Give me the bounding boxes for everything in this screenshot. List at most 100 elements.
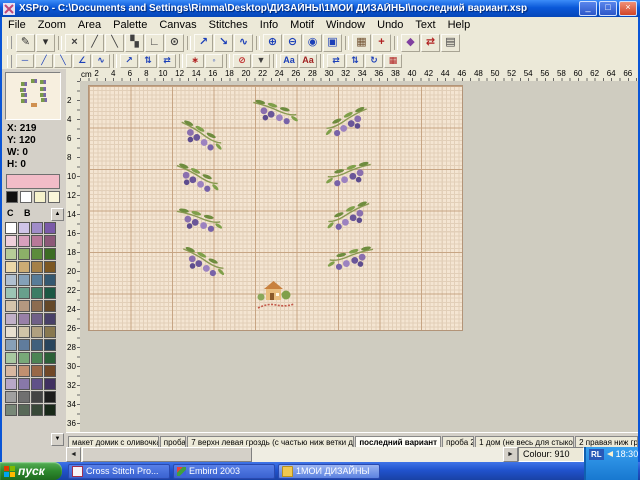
nudge-horizontal-icon[interactable]: ⇄ [158,54,176,68]
palette-swatch-18[interactable] [31,274,43,286]
palette-swatch-9[interactable] [18,248,30,260]
palette-swatch-55[interactable] [44,391,56,403]
palette-swatch-13[interactable] [18,261,30,273]
no-stitch-icon[interactable]: ⊘ [233,54,251,68]
menu-zoom[interactable]: Zoom [32,19,72,31]
flip-vertical-icon[interactable]: ⇅ [346,54,364,68]
palette-swatch-36[interactable] [5,339,17,351]
palette-swatch-40[interactable] [5,352,17,364]
center-view-icon[interactable]: + [372,34,391,52]
motif-library-icon[interactable]: ◆ [401,34,420,52]
palette-swatch-15[interactable] [44,261,56,273]
palette-swatch-43[interactable] [44,352,56,364]
options-icon[interactable]: ▤ [441,34,460,52]
palette-swatch-56[interactable] [5,404,17,416]
full-stitch-icon[interactable]: × [65,34,84,52]
palette-swatch-10[interactable] [31,248,43,260]
palette-swatch-23[interactable] [44,287,56,299]
palette-swatch-5[interactable] [18,235,30,247]
palette-swatch-14[interactable] [31,261,43,273]
pencil-dropdown-icon[interactable]: ▾ [36,34,55,52]
flip-horizontal-icon[interactable]: ⇄ [327,54,345,68]
back-half-stitch-icon[interactable]: ╲ [105,34,124,52]
palette-swatch-54[interactable] [31,391,43,403]
knot-red-icon[interactable]: ∗ [186,54,204,68]
start-button[interactable]: пуск [0,462,62,480]
palette-swatch-24[interactable] [5,300,17,312]
taskbar-task-1[interactable]: Embird 2003 [173,464,275,479]
pencil-tool-icon[interactable]: ✎ [16,34,35,52]
palette-swatch-33[interactable] [18,326,30,338]
menu-window[interactable]: Window [320,19,371,31]
palette-swatch-35[interactable] [44,326,56,338]
palette-swatch-58[interactable] [31,404,43,416]
selected-colour-swatch[interactable] [6,174,60,189]
menu-help[interactable]: Help [442,19,477,31]
text-cyrillic-icon[interactable]: Аа [299,54,317,68]
menu-canvas[interactable]: Canvas [153,19,202,31]
scrollbar-track[interactable] [81,447,503,462]
palette-swatch-2[interactable] [31,222,43,234]
palette-swatch-49[interactable] [18,378,30,390]
alt-colour-swatch-2[interactable] [48,191,60,203]
zoom-out-icon[interactable]: ⊖ [283,34,302,52]
palette-swatch-53[interactable] [18,391,30,403]
menu-area[interactable]: Area [72,19,107,31]
half-stitch-icon[interactable]: ╱ [85,34,104,52]
palette-swatch-59[interactable] [44,404,56,416]
menu-file[interactable]: File [2,19,32,31]
taskbar-task-2[interactable]: 1МОИ ДИЗАЙНЫ [278,464,380,479]
toolbar-grip[interactable] [7,36,12,49]
palette-swatch-1[interactable] [18,222,30,234]
palette-swatch-7[interactable] [44,235,56,247]
palette-swatch-25[interactable] [18,300,30,312]
bead-icon[interactable]: ◦ [205,54,223,68]
palette-swatch-42[interactable] [31,352,43,364]
menu-palette[interactable]: Palette [107,19,153,31]
palette-scroll-down-button[interactable]: ▼ [51,433,64,446]
zoom-in-icon[interactable]: ⊕ [263,34,282,52]
palette-swatch-57[interactable] [18,404,30,416]
freehand-curve-icon[interactable]: ∿ [92,54,110,68]
minimize-button[interactable]: _ [579,1,597,16]
menu-motif[interactable]: Motif [284,19,320,31]
palette-colours-icon[interactable]: ▦ [384,54,402,68]
grid-toggle-icon[interactable]: ▦ [352,34,371,52]
palette-swatch-17[interactable] [18,274,30,286]
line-arrow-down-icon[interactable]: ↘ [214,34,233,52]
text-latin-icon[interactable]: Aa [280,54,298,68]
palette-swatch-48[interactable] [5,378,17,390]
colour-picker-icon[interactable]: ▼ [252,54,270,68]
palette-swatch-51[interactable] [44,378,56,390]
scroll-right-button[interactable]: ► [503,447,518,462]
alt-colour-swatch-1[interactable] [34,191,46,203]
palette-swatch-44[interactable] [5,365,17,377]
rotate-icon[interactable]: ↻ [365,54,383,68]
toolbar-grip[interactable] [7,55,12,68]
palette-swatch-21[interactable] [18,287,30,299]
palette-swatch-27[interactable] [44,300,56,312]
palette-swatch-29[interactable] [18,313,30,325]
palette-swatch-46[interactable] [31,365,43,377]
nudge-vertical-icon[interactable]: ⇅ [139,54,157,68]
palette-swatch-37[interactable] [18,339,30,351]
palette-scroll-up-button[interactable]: ▲ [51,208,64,221]
palette-swatch-52[interactable] [5,391,17,403]
taskbar-task-0[interactable]: Cross Stitch Pro... [68,464,170,479]
palette-swatch-20[interactable] [5,287,17,299]
palette-swatch-3[interactable] [44,222,56,234]
move-arrow-icon[interactable]: ↗ [120,54,138,68]
palette-swatch-12[interactable] [5,261,17,273]
quarter-stitch-icon[interactable]: ▚ [125,34,144,52]
palette-swatch-0[interactable] [5,222,17,234]
menu-stitches[interactable]: Stitches [203,19,254,31]
curve-tool-icon[interactable]: ∿ [234,34,253,52]
diagonal-line2-icon[interactable]: ╲ [54,54,72,68]
polyline-icon[interactable]: ∠ [73,54,91,68]
palette-swatch-22[interactable] [31,287,43,299]
swap-colours-icon[interactable]: ⇄ [421,34,440,52]
zoom-fit-icon[interactable]: ▣ [323,34,342,52]
palette-swatch-8[interactable] [5,248,17,260]
palette-swatch-45[interactable] [18,365,30,377]
palette-swatch-19[interactable] [44,274,56,286]
